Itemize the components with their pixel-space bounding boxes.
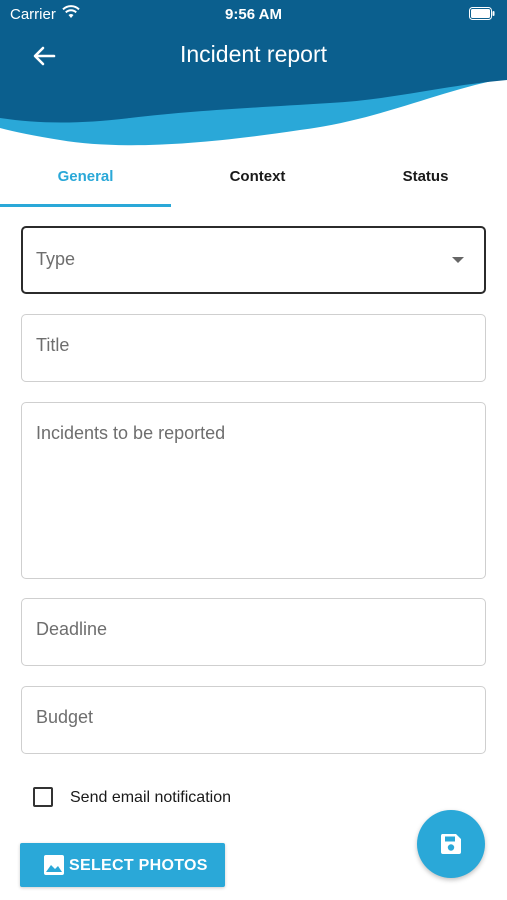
app-header: Carrier 9:56 AM Incident report (0, 0, 507, 150)
tab-context[interactable]: Context (171, 155, 344, 207)
image-icon (44, 855, 64, 875)
type-placeholder: Type (36, 249, 76, 269)
save-icon (440, 834, 461, 854)
active-tab-indicator (0, 204, 171, 207)
select-photos-label: SELECT PHOTOS (69, 857, 208, 874)
status-bar: Carrier 9:56 AM (0, 0, 507, 28)
page-title: Incident report (179, 41, 328, 67)
select-photos-button[interactable]: SELECT PHOTOS (20, 843, 225, 887)
deadline-input[interactable]: Deadline (21, 598, 486, 666)
title-placeholder: Title (36, 335, 70, 355)
save-button[interactable] (417, 810, 485, 878)
budget-placeholder: Budget (36, 707, 94, 727)
deadline-placeholder: Deadline (36, 619, 108, 639)
title-input[interactable]: Title (21, 314, 486, 382)
tab-general[interactable]: General (0, 155, 171, 207)
email-notification-label[interactable]: Send email notification (70, 789, 231, 807)
incidents-textarea[interactable]: Incidents to be reported (21, 402, 486, 579)
tab-status[interactable]: Status (344, 155, 507, 207)
clock: 9:56 AM (225, 6, 282, 23)
tab-bar: General Context Status (0, 155, 507, 207)
caret-down-icon (452, 257, 464, 263)
email-notification-checkbox[interactable] (33, 787, 53, 807)
incidents-placeholder: Incidents to be reported (36, 423, 226, 443)
battery-icon (469, 7, 495, 20)
budget-input[interactable]: Budget (21, 686, 486, 754)
type-select[interactable]: Type (21, 226, 486, 294)
